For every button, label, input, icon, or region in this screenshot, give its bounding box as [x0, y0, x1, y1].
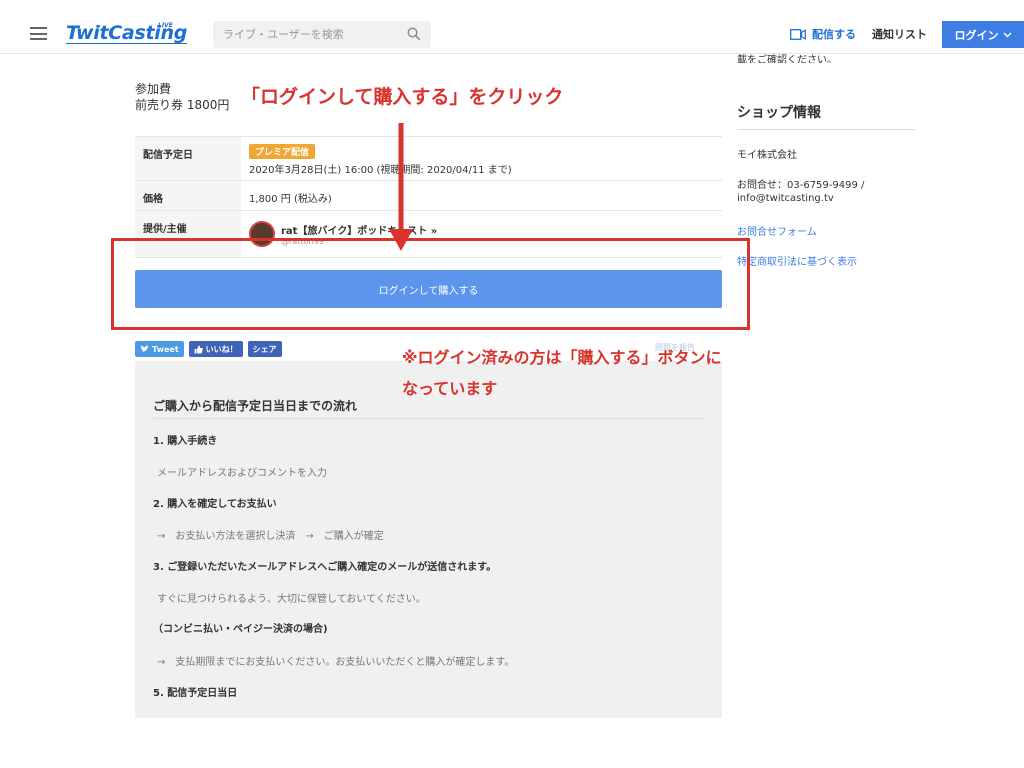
search-icon[interactable] — [407, 27, 421, 41]
flow-step-text: → お支払い方法を選択し決済 → ご購入が確定 — [157, 531, 384, 542]
fee-label: 参加費 — [135, 82, 172, 96]
premiere-badge: プレミア配信 — [249, 144, 316, 159]
contact-info: お問合せ：03-6759-9499 / — [737, 180, 865, 191]
divider — [153, 418, 705, 419]
tweet-label: Tweet — [152, 344, 179, 354]
menu-icon[interactable] — [30, 27, 47, 40]
tokusho-link[interactable]: 特定商取引法に基づく表示 — [737, 253, 857, 268]
like-button[interactable]: いいね！ — [188, 341, 243, 357]
twitter-icon — [140, 345, 149, 352]
flow-step-heading: 2. 購入を確定してお支払い — [153, 499, 277, 510]
tweet-button[interactable]: Tweet — [135, 341, 184, 357]
contact-form-link[interactable]: お問合せフォーム — [737, 223, 817, 238]
flow-title: ご購入から配信予定日当日までの流れ — [153, 399, 358, 413]
flow-step-text: すぐに見つけられるよう、大切に保管しておいてください。 — [157, 594, 426, 605]
annotation-note: なっています — [402, 379, 498, 398]
search-box[interactable] — [213, 21, 431, 48]
broadcast-date: 2020年3月28日(土) 16:00 (視聴期間: 2020/04/11 まで… — [249, 165, 512, 176]
row-value: 1,800 円 (税込み) — [249, 194, 332, 205]
annotation-highlight-box — [111, 238, 750, 330]
flow-step-text: メールアドレスおよびコメントを入力 — [157, 468, 327, 479]
search-input[interactable] — [213, 21, 393, 48]
fee-value: 前売り券 1800円 — [135, 98, 230, 112]
flow-step-heading: （コンビニ払い・ペイジー決済の場合) — [153, 624, 328, 635]
top-header: TwitCasting LIVE 配信する 通知リスト ログイン — [0, 0, 1024, 54]
shop-info-title: ショップ情報 — [737, 105, 821, 121]
camera-icon — [790, 28, 806, 40]
login-menu-button[interactable]: ログイン — [942, 21, 1024, 48]
notify-list-link[interactable]: 通知リスト — [872, 26, 927, 42]
flow-step-heading: 1. 購入手続き — [153, 436, 218, 447]
login-label: ログイン — [954, 28, 999, 42]
share-buttons: Tweet いいね！ シェア — [135, 341, 282, 357]
contact-email: info@twitcasting.tv — [737, 193, 834, 204]
flow-step-heading: 3. ご登録いただいたメールアドレスへご購入確定のメールが送信されます。 — [153, 562, 497, 573]
annotation-instruction: 「ログインして購入する」をクリック — [241, 86, 564, 108]
company-name: モイ株式会社 — [737, 150, 797, 161]
row-key: 配信予定日 — [135, 137, 241, 180]
chevron-down-icon — [1002, 31, 1012, 38]
flow-step-heading: 5. 配信予定日当日 — [153, 688, 238, 699]
divider — [737, 129, 916, 130]
arrow-down-icon — [389, 123, 413, 251]
table-row: 価格 1,800 円 (税込み) — [135, 180, 722, 210]
row-key: 価格 — [135, 181, 241, 210]
purchase-flow-panel: ご購入から配信予定日当日までの流れ 1. 購入手続き メールアドレスおよびコメン… — [135, 361, 722, 718]
thumbs-up-icon — [194, 345, 203, 353]
like-label: いいね！ — [205, 344, 238, 354]
broadcast-link[interactable]: 配信する — [790, 26, 856, 42]
share-button[interactable]: シェア — [247, 341, 282, 357]
annotation-note: ※ログイン済みの方は「購入する」ボタンに — [402, 348, 722, 367]
broadcast-label: 配信する — [812, 28, 856, 41]
row-value: プレミア配信 2020年3月28日(土) 16:00 (視聴期間: 2020/0… — [241, 137, 722, 180]
logo-badge: LIVE — [158, 22, 173, 29]
table-row: 配信予定日 プレミア配信 2020年3月28日(土) 16:00 (視聴期間: … — [135, 136, 722, 180]
flow-step-text: → 支払期限までにお支払いください。お支払いいただくと購入が確定します。 — [157, 657, 515, 668]
